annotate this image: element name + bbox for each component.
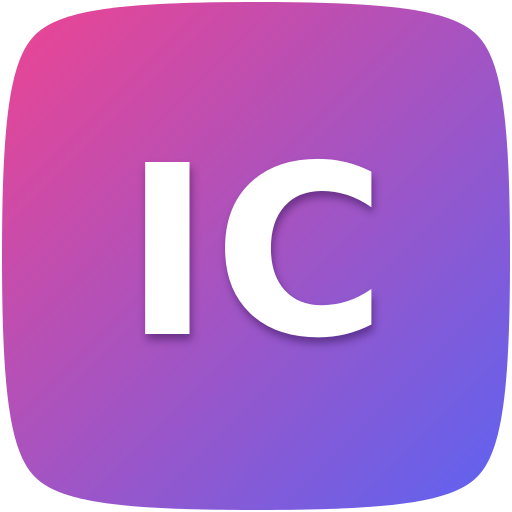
- icon-monogram-text: IC: [123, 115, 389, 390]
- app-icon-canvas: IC: [0, 0, 512, 512]
